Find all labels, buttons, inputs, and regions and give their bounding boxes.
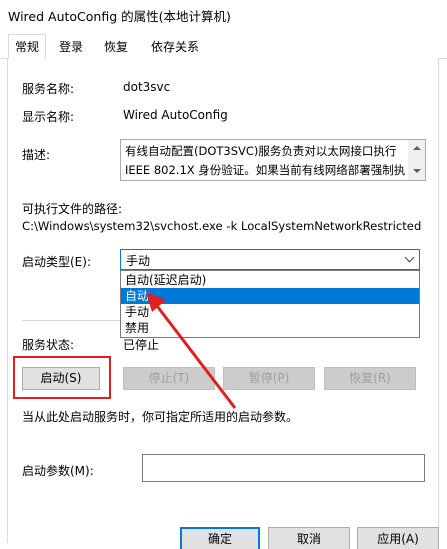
service-properties-dialog: Wired AutoConfig 的属性(本地计算机) 常规 登录 恢复 依存关… <box>0 0 447 549</box>
cancel-button[interactable]: 取消 <box>268 527 350 549</box>
exe-path-label: 可执行文件的路径: <box>22 202 123 216</box>
pause-button[interactable]: 暂停(P) <box>223 367 315 390</box>
startup-option-disabled[interactable]: 禁用 <box>121 320 419 336</box>
description-label: 描述: <box>22 148 51 162</box>
chevron-down-icon <box>404 252 415 263</box>
startup-type-dropdown: 自动(延迟启动) 自动 手动 禁用 <box>120 270 420 338</box>
startup-option-auto[interactable]: 自动 <box>121 288 419 304</box>
start-button-highlight <box>13 356 111 399</box>
start-params-hint: 当从此处启动服务时，你可指定所适用的启动参数。 <box>22 410 299 424</box>
display-name-value: Wired AutoConfig <box>123 108 228 122</box>
start-params-label: 启动参数(M): <box>22 464 94 478</box>
stop-button[interactable]: 停止(T) <box>123 367 215 390</box>
service-name-value: dot3svc <box>123 80 171 94</box>
exe-path-value: C:\Windows\system32\svchost.exe -k Local… <box>22 219 422 233</box>
scroll-down-icon[interactable] <box>413 169 421 173</box>
service-status-value: 已停止 <box>123 338 160 352</box>
window-title: Wired AutoConfig 的属性(本地计算机) <box>8 9 231 24</box>
service-status-label: 服务状态: <box>22 338 75 352</box>
tab-logon[interactable]: 登录 <box>52 36 90 57</box>
startup-type-label: 启动类型(E): <box>22 255 91 269</box>
startup-type-selected: 手动 <box>126 254 151 268</box>
startup-option-manual[interactable]: 手动 <box>121 304 419 320</box>
startup-option-auto-delayed[interactable]: 自动(延迟启动) <box>121 272 419 288</box>
start-params-input[interactable] <box>142 454 425 482</box>
scroll-up-icon[interactable] <box>413 146 421 150</box>
startup-type-select[interactable]: 手动 <box>120 249 420 270</box>
ok-button[interactable]: 确定 <box>180 527 260 549</box>
display-name-label: 显示名称: <box>22 110 75 124</box>
tab-dependencies[interactable]: 依存关系 <box>144 36 206 57</box>
description-scrollbar[interactable] <box>408 140 425 180</box>
apply-button[interactable]: 应用(A) <box>357 527 439 549</box>
description-text: 有线自动配置(DOT3SVC)服务负责对以太网接口执行 IEEE 802.1X … <box>125 144 406 177</box>
description-box[interactable]: 有线自动配置(DOT3SVC)服务负责对以太网接口执行 IEEE 802.1X … <box>120 139 426 181</box>
resume-button[interactable]: 恢复(R) <box>324 367 416 390</box>
title-bar[interactable]: Wired AutoConfig 的属性(本地计算机) <box>0 0 447 30</box>
tab-recovery[interactable]: 恢复 <box>97 36 135 57</box>
service-name-label: 服务名称: <box>22 82 75 96</box>
tab-general[interactable]: 常规 <box>8 34 47 59</box>
